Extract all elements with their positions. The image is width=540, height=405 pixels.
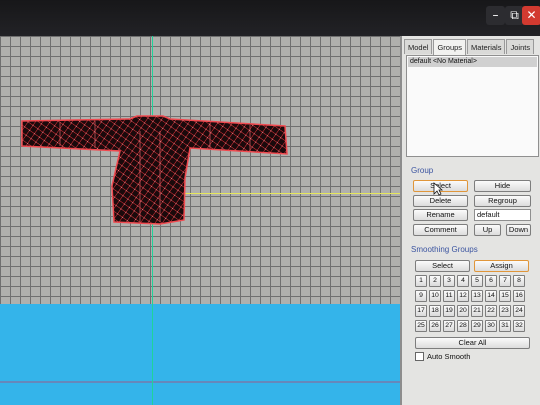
smoothing-group-9-button[interactable]: 9 [415, 290, 427, 302]
smoothing-group-31-button[interactable]: 31 [499, 320, 511, 332]
smoothing-group-6-button[interactable]: 6 [485, 275, 497, 287]
smoothing-group-7-button[interactable]: 7 [499, 275, 511, 287]
sweater-wireframe[interactable] [0, 36, 400, 405]
delete-button[interactable]: Delete [413, 195, 468, 207]
tab-model[interactable]: Model [404, 39, 433, 54]
smoothing-group-10-button[interactable]: 10 [429, 290, 441, 302]
smoothing-group-19-button[interactable]: 19 [443, 305, 455, 317]
smoothing-group-24-button[interactable]: 24 [513, 305, 525, 317]
list-item[interactable]: default <No Material> [408, 57, 537, 67]
smoothing-group-21-button[interactable]: 21 [471, 305, 483, 317]
group-list[interactable]: default <No Material> [406, 55, 539, 157]
smoothing-group-32-button[interactable]: 32 [513, 320, 525, 332]
down-button[interactable]: Down [506, 224, 531, 236]
clear-all-button[interactable]: Clear All [415, 337, 530, 349]
smoothing-group-5-button[interactable]: 5 [471, 275, 483, 287]
smoothing-group-29-button[interactable]: 29 [471, 320, 483, 332]
smoothing-group-17-button[interactable]: 17 [415, 305, 427, 317]
smoothing-select-button[interactable]: Select [415, 260, 470, 272]
smoothing-group-18-button[interactable]: 18 [429, 305, 441, 317]
smoothing-group-12-button[interactable]: 12 [457, 290, 469, 302]
smoothing-group-28-button[interactable]: 28 [457, 320, 469, 332]
tab-groups[interactable]: Groups [433, 39, 467, 55]
smoothing-group-2-button[interactable]: 2 [429, 275, 441, 287]
smoothing-group-23-button[interactable]: 23 [499, 305, 511, 317]
tab-materials[interactable]: Materials [467, 39, 506, 54]
smoothing-group-4-button[interactable]: 4 [457, 275, 469, 287]
smoothing-group-1-button[interactable]: 1 [415, 275, 427, 287]
minimize-icon[interactable]: – [486, 6, 505, 25]
auto-smooth-checkbox[interactable] [415, 352, 424, 361]
smoothing-section-label: Smoothing Groups [411, 245, 478, 254]
smoothing-group-13-button[interactable]: 13 [471, 290, 483, 302]
smoothing-group-15-button[interactable]: 15 [499, 290, 511, 302]
smoothing-group-16-button[interactable]: 16 [513, 290, 525, 302]
comment-button[interactable]: Comment [413, 224, 468, 236]
smoothing-group-22-button[interactable]: 22 [485, 305, 497, 317]
up-button[interactable]: Up [474, 224, 501, 236]
group-section-label: Group [411, 166, 434, 175]
smoothing-group-26-button[interactable]: 26 [429, 320, 441, 332]
smoothing-group-grid: 1 2 3 4 5 6 7 8 9 10 11 12 13 14 15 16 17 18 19 20 21 22 23 24 2… [415, 275, 525, 332]
tab-joints[interactable]: Joints [506, 39, 535, 54]
regroup-button[interactable]: Regroup [474, 195, 531, 207]
auto-smooth-label: Auto Smooth [427, 352, 471, 361]
panel-tabs: Model Groups Materials Joints [404, 39, 535, 55]
assign-button[interactable]: Assign [474, 260, 529, 272]
smoothing-group-8-button[interactable]: 8 [513, 275, 525, 287]
hide-button[interactable]: Hide [474, 180, 531, 192]
close-icon[interactable]: ✕ [522, 6, 540, 25]
model-viewport[interactable] [0, 36, 400, 405]
group-name-field[interactable]: default [474, 209, 531, 221]
smoothing-group-27-button[interactable]: 27 [443, 320, 455, 332]
smoothing-group-30-button[interactable]: 30 [485, 320, 497, 332]
mouse-cursor-icon [433, 182, 443, 196]
smoothing-group-20-button[interactable]: 20 [457, 305, 469, 317]
smoothing-group-11-button[interactable]: 11 [443, 290, 455, 302]
title-bar: – ⧉ ✕ [0, 0, 540, 36]
smoothing-group-14-button[interactable]: 14 [485, 290, 497, 302]
smoothing-group-25-button[interactable]: 25 [415, 320, 427, 332]
smoothing-group-3-button[interactable]: 3 [443, 275, 455, 287]
rename-button[interactable]: Rename [413, 209, 468, 221]
